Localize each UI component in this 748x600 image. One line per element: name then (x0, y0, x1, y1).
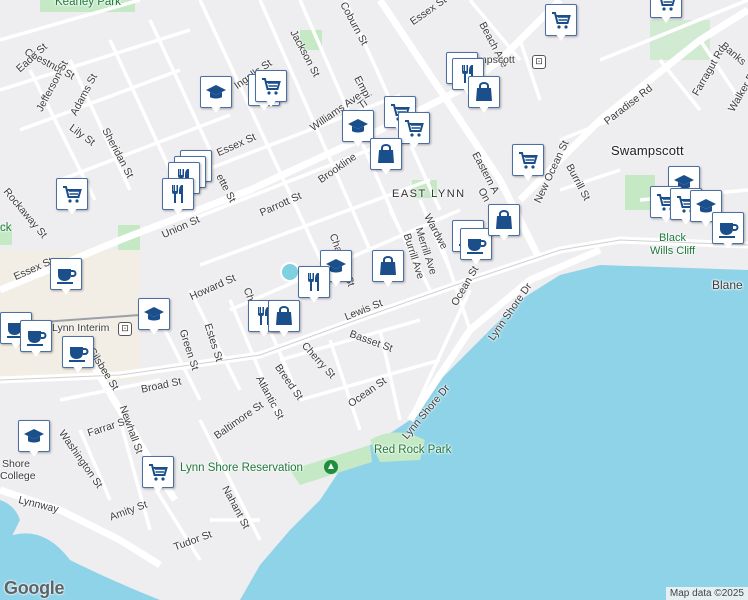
shopping-pin[interactable] (268, 300, 300, 338)
cafe-pin[interactable] (62, 336, 94, 374)
label-swampscott: Swampscott (611, 143, 684, 158)
grocery-pin[interactable] (142, 456, 174, 494)
cafe-icon[interactable] (50, 258, 82, 290)
park-tree-icon[interactable]: ▲ (324, 460, 338, 474)
label-ck: ck (0, 222, 12, 234)
pin-tail (30, 349, 42, 357)
cafe-pin[interactable] (20, 320, 52, 358)
label-north-shore-college-1: Shore (2, 458, 31, 470)
school-pin[interactable] (18, 420, 50, 458)
pin-tail (148, 327, 160, 335)
pin-tail (380, 167, 392, 175)
shopping-pin[interactable] (468, 76, 500, 114)
label-lynn-shore-reservation: Lynn Shore Reservation (180, 462, 303, 474)
pin-tail (152, 485, 164, 493)
cafe-pin[interactable] (50, 258, 82, 296)
train-station-icon[interactable]: ⊡ (118, 322, 132, 336)
grocery-icon[interactable] (142, 456, 174, 488)
grocery-pin[interactable] (255, 70, 287, 108)
pin-tail (470, 257, 482, 265)
google-logo: Google (4, 578, 65, 598)
school-pin[interactable] (200, 76, 232, 114)
pin-tail (555, 33, 567, 41)
label-keaney-park: Keaney Park (55, 0, 121, 8)
pin-tail (352, 139, 364, 147)
shopping-pin[interactable] (370, 138, 402, 176)
label-north-shore-college-2: College (0, 470, 36, 482)
pin-tail (660, 15, 672, 23)
pin-tail (700, 219, 712, 227)
grocery-icon[interactable] (398, 112, 430, 144)
label-lynn-interim: Lynn Interim (52, 322, 110, 334)
shopping-icon[interactable] (268, 300, 300, 332)
pin-tail (498, 233, 510, 241)
map-canvas[interactable]: Keaney Park Chestnut St Eade St Jefferso… (0, 0, 748, 600)
cafe-icon[interactable] (712, 212, 744, 244)
pin-tail (478, 105, 490, 113)
school-icon[interactable] (138, 298, 170, 330)
pin-tail (382, 279, 394, 287)
grocery-pin[interactable] (56, 178, 88, 216)
grocery-pin[interactable] (398, 112, 430, 150)
pin-tail (60, 287, 72, 295)
pin-tail (722, 241, 734, 249)
shopping-icon[interactable] (370, 138, 402, 170)
restaurant-icon[interactable] (162, 178, 194, 210)
landmark-icon[interactable] (280, 262, 300, 282)
map-attribution[interactable]: Map data ©2025 (665, 587, 748, 600)
pin-tail (308, 295, 320, 303)
pin-tail (172, 207, 184, 215)
grocery-pin[interactable] (512, 144, 544, 182)
label-black-wills-cliff: Black Wills Cliff (650, 232, 695, 258)
train-station-icon[interactable]: ⊡ (532, 55, 546, 69)
label-black-wills-cliff-1: Black (659, 232, 686, 244)
grocery-icon[interactable] (512, 144, 544, 176)
restaurant-icon[interactable] (298, 266, 330, 298)
pin-tail (278, 329, 290, 337)
cafe-icon[interactable] (20, 320, 52, 352)
grocery-icon[interactable] (255, 70, 287, 102)
shopping-pin[interactable] (488, 204, 520, 242)
label-east-lynn: EAST LYNN (392, 188, 466, 200)
pin-tail (408, 141, 420, 149)
grocery-icon[interactable] (545, 4, 577, 36)
grocery-icon[interactable] (56, 178, 88, 210)
pin-tail (66, 207, 78, 215)
school-icon[interactable] (18, 420, 50, 452)
school-pin[interactable] (138, 298, 170, 336)
restaurant-pin[interactable] (298, 266, 330, 304)
grocery-pin[interactable] (650, 0, 682, 24)
label-red-rock-park: Red Rock Park (374, 444, 452, 456)
shopping-icon[interactable] (488, 204, 520, 236)
shopping-icon[interactable] (468, 76, 500, 108)
grocery-pin[interactable] (545, 4, 577, 42)
shopping-pin[interactable] (372, 250, 404, 288)
cafe-icon[interactable] (62, 336, 94, 368)
cafe-pin[interactable] (712, 212, 744, 250)
water-nahant-bay (240, 265, 748, 600)
pin-tail (330, 279, 342, 287)
restaurant-pin[interactable] (162, 178, 194, 216)
water-southwest (0, 500, 20, 540)
pin-tail (522, 173, 534, 181)
label-black-wills-cliff-2: Wills Cliff (650, 245, 696, 257)
label-blaney: Blane (712, 278, 743, 292)
pin-tail (210, 105, 222, 113)
pin-tail (72, 365, 84, 373)
school-icon[interactable] (200, 76, 232, 108)
pin-tail (265, 99, 277, 107)
pin-tail (28, 449, 40, 457)
shopping-icon[interactable] (372, 250, 404, 282)
